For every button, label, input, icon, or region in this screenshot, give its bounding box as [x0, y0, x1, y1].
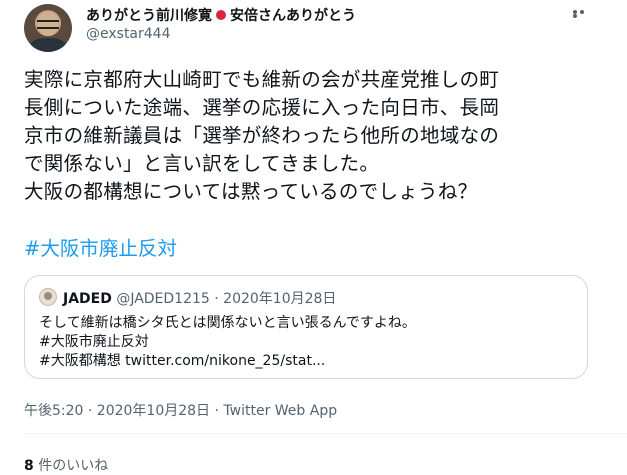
- author-avatar[interactable]: [24, 4, 72, 52]
- quoted-tweet-header: JADED @JADED1215 · 2020年10月28日: [63, 288, 336, 308]
- divider: [24, 433, 627, 434]
- author-name-part-2: 安倍さんありがとう: [230, 8, 356, 24]
- likes-label: 件のいいね: [38, 458, 109, 474]
- more-horizontal-icon[interactable]: [573, 10, 593, 18]
- flag-icon: [216, 10, 226, 20]
- quoted-author-name: JADED: [63, 291, 112, 307]
- quoted-tweet[interactable]: JADED @JADED1215 · 2020年10月28日 そして維新は橋シタ…: [24, 275, 588, 379]
- tweet-timestamp[interactable]: 午後5:20 · 2020年10月28日 · Twitter Web App: [24, 400, 337, 420]
- author-display-name[interactable]: ありがとう前川修寛 安倍さんありがとう: [86, 5, 356, 25]
- tweet-line: 大阪の都構想については黙っているのでしょうね？: [24, 180, 478, 203]
- author-handle[interactable]: @exstar444: [86, 26, 171, 42]
- avatar-glasses-shape: [37, 20, 59, 29]
- quoted-author-meta: @JADED1215 · 2020年10月28日: [116, 291, 337, 307]
- quoted-line: そして維新は橋シタ氏とは関係ないと言い張るんですよね。: [39, 315, 416, 331]
- likes-number: 8: [24, 458, 34, 474]
- tweet-line: で関係ない」と言い訳をしてきました。: [24, 152, 380, 175]
- tweet-line: 実際に京都府大山崎町でも維新の会が共産党推しの町: [24, 68, 500, 91]
- tweet-body: 実際に京都府大山崎町でも維新の会が共産党推しの町 長側についた途端、選挙の応援に…: [24, 66, 614, 206]
- likes-count[interactable]: 8 件のいいね: [24, 455, 108, 475]
- quoted-line: #大阪都構想 twitter.com/nikone_25/stat...: [39, 353, 326, 369]
- quoted-author-avatar: [39, 288, 57, 306]
- author-name-part-1: ありがとう前川修寛: [86, 8, 212, 24]
- tweet-line: 京市の維新議員は「選挙が終わったら他所の地域なの: [24, 124, 500, 147]
- quoted-tweet-body: そして維新は橋シタ氏とは関係ないと言い張るんですよね。 #大阪市廃止反対 #大阪…: [39, 314, 416, 371]
- hashtag-link[interactable]: #大阪市廃止反対: [24, 232, 177, 261]
- quoted-line: #大阪市廃止反対: [39, 334, 149, 350]
- tweet-line: 長側についた途端、選挙の応援に入った向日市、長岡: [24, 96, 500, 119]
- avatar-body-shape: [30, 38, 66, 52]
